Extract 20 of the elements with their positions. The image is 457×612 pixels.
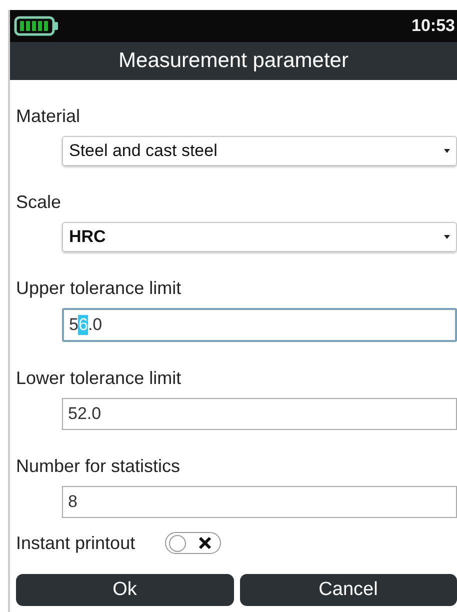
cancel-button[interactable]: Cancel — [240, 574, 457, 606]
field-label: Number for statistics — [16, 456, 182, 477]
dropdown[interactable]: Steel and cast steel — [62, 136, 457, 166]
battery-icon — [14, 16, 60, 36]
screen-title: Measurement parameter — [118, 49, 348, 73]
field-label: Lower tolerance limit — [16, 368, 182, 389]
caret-icon — [444, 235, 450, 239]
field-label: Material — [16, 106, 82, 127]
field-label: Scale — [16, 192, 62, 213]
input-field[interactable]: 56.0 — [62, 308, 457, 342]
ok-button[interactable]: Ok — [16, 574, 234, 606]
toggle-label: Instant printout — [16, 532, 136, 554]
toggle-switch[interactable] — [165, 532, 222, 554]
caret-icon — [444, 149, 450, 153]
input-field[interactable]: 8 — [62, 486, 457, 518]
dropdown[interactable]: HRC — [62, 222, 457, 252]
input-field[interactable]: 52.0 — [62, 398, 457, 430]
clock-time: 10:53 — [412, 16, 455, 36]
close-icon — [198, 536, 212, 550]
field-label: Upper tolerance limit — [16, 278, 182, 299]
